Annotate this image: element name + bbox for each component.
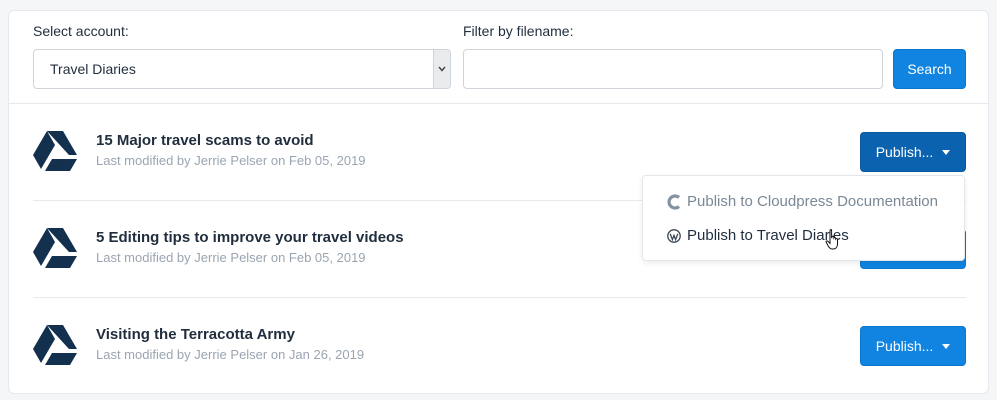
document-meta: Last modified by Jerrie Pelser on Feb 05… [96, 250, 366, 265]
search-button[interactable]: Search [893, 49, 966, 89]
hand-pointer-cursor-icon [825, 229, 843, 256]
publish-dropdown-menu: Publish to Cloudpress Documentation Publ… [642, 175, 965, 261]
caret-down-icon [942, 149, 951, 155]
menu-item-publish-travel-diaries[interactable]: Publish to Travel Diaries [667, 227, 849, 244]
filter-input[interactable] [463, 49, 883, 89]
menu-item-publish-cloudpress[interactable]: Publish to Cloudpress Documentation [667, 193, 938, 210]
publish-button[interactable]: Publish... [860, 326, 966, 366]
document-title[interactable]: Visiting the Terracotta Army [96, 326, 295, 343]
google-drive-icon [33, 325, 77, 365]
google-drive-icon [33, 131, 77, 171]
publish-panel: Select account: Travel Diaries Filter by… [8, 10, 989, 394]
filter-label: Filter by filename: [463, 23, 574, 39]
document-title[interactable]: 15 Major travel scams to avoid [96, 132, 314, 149]
wordpress-icon [667, 228, 681, 243]
publish-button-label: Publish... [875, 144, 934, 160]
chevron-down-icon[interactable] [433, 50, 450, 88]
publish-button-label: Publish... [875, 338, 934, 354]
document-title[interactable]: 5 Editing tips to improve your travel vi… [96, 229, 404, 246]
google-drive-icon [33, 228, 77, 268]
publish-button[interactable]: Publish... [860, 132, 966, 172]
header-divider [9, 103, 988, 104]
cloudpress-icon [667, 193, 681, 210]
account-select-value: Travel Diaries [50, 61, 136, 77]
account-label: Select account: [33, 23, 129, 39]
search-button-label: Search [907, 61, 952, 77]
row-divider [33, 297, 966, 298]
document-meta: Last modified by Jerrie Pelser on Jan 26… [96, 347, 365, 362]
menu-item-label: Publish to Cloudpress Documentation [687, 193, 938, 210]
caret-down-icon [942, 343, 951, 349]
document-meta: Last modified by Jerrie Pelser on Feb 05… [96, 153, 366, 168]
account-select[interactable]: Travel Diaries [33, 49, 451, 89]
